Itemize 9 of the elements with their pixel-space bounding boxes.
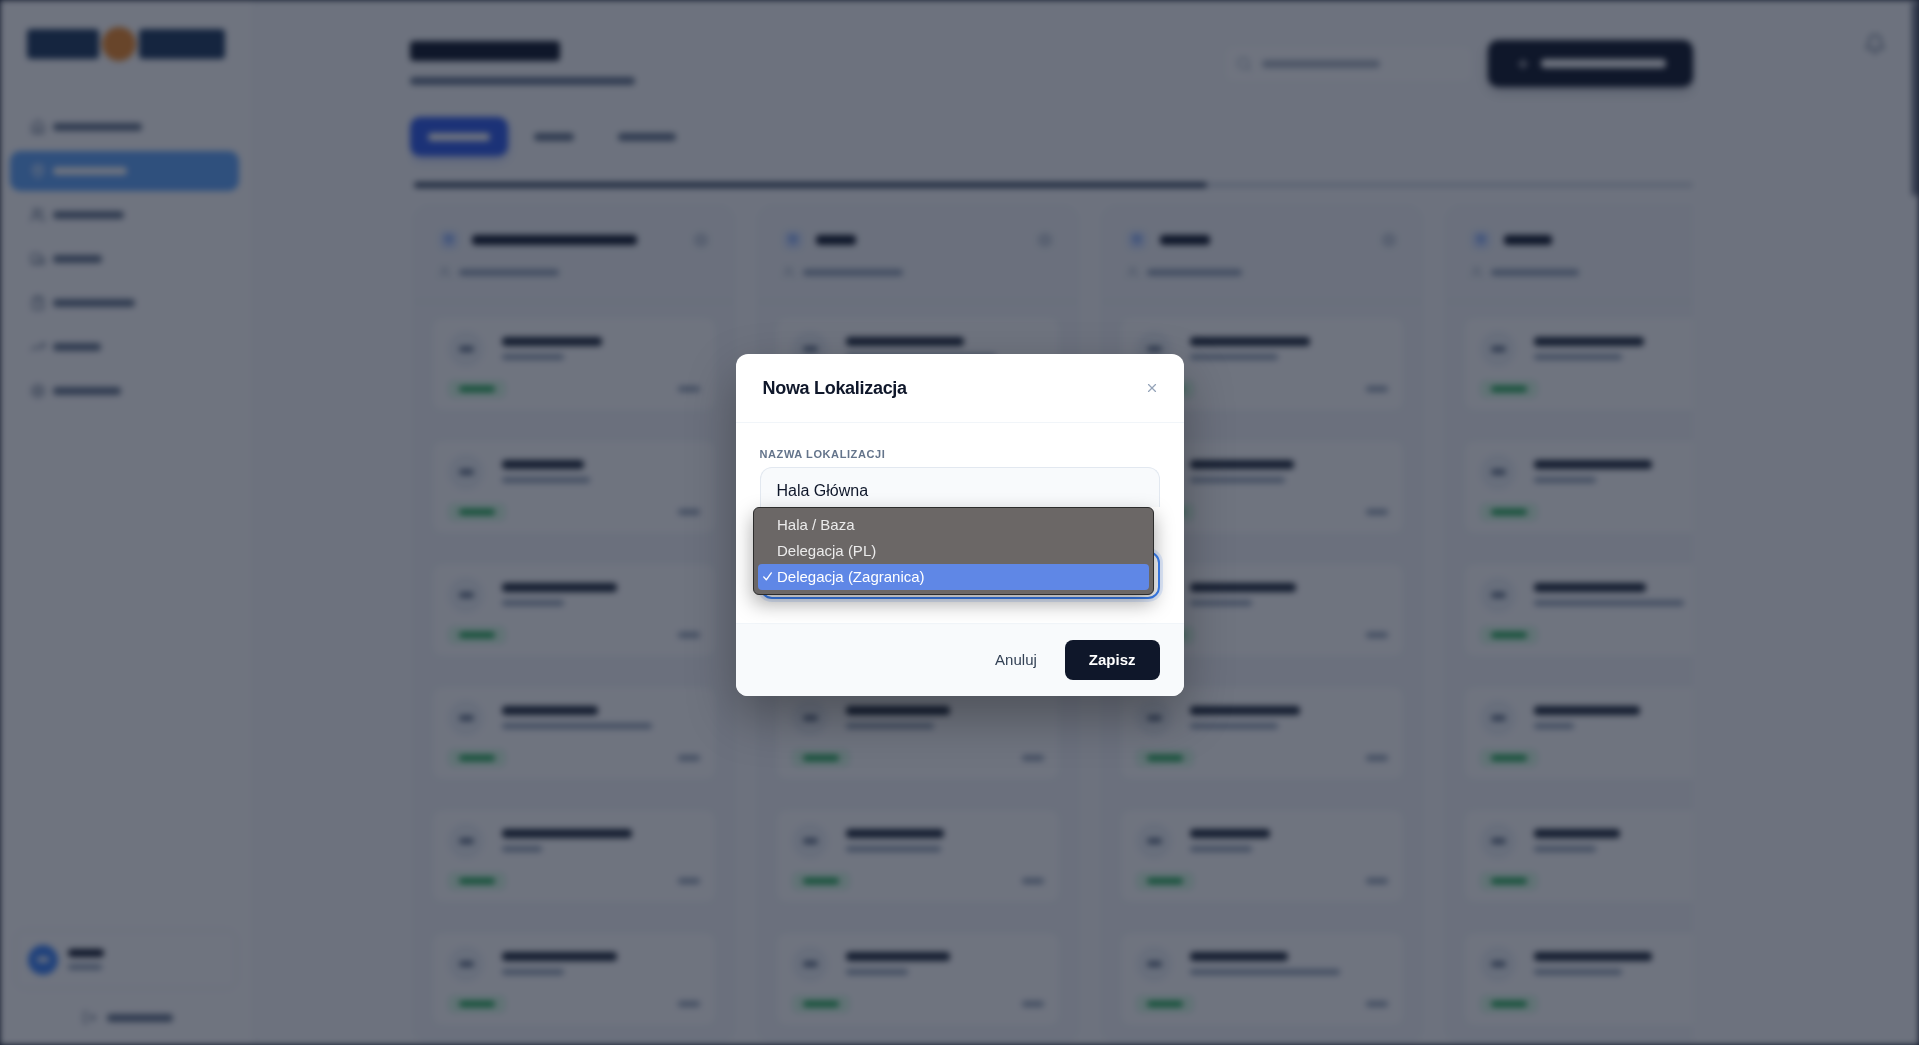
dropdown-option[interactable]: Delegacja (PL) — [758, 537, 1149, 564]
cancel-button[interactable]: Anuluj — [995, 651, 1037, 668]
dropdown-option[interactable]: Delegacja (Zagranica) — [758, 563, 1149, 590]
dropdown-option[interactable]: Hala / Baza — [758, 511, 1149, 538]
dialog-title: Nowa Lokalizacja — [762, 376, 907, 400]
field-label: NAZWA LOKALIZACJI — [759, 446, 886, 461]
save-button[interactable]: Zapisz — [1064, 639, 1160, 680]
input-field[interactable]: Hala Główna — [759, 466, 1160, 507]
check-icon — [763, 572, 772, 581]
